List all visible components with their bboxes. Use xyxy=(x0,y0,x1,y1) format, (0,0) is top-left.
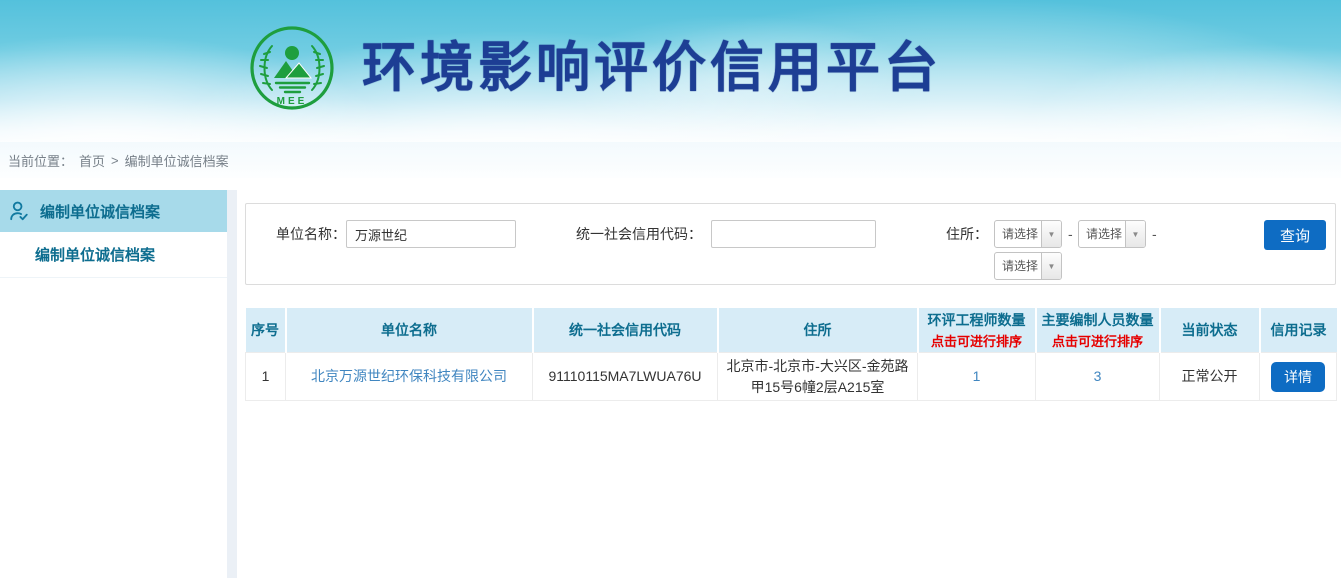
province-select-value: 请选择 xyxy=(995,221,1041,247)
header-staff-count-sortable[interactable]: 主要编制人员数量 点击可进行排序 xyxy=(1036,308,1160,353)
sidebar-subitem-label: 编制单位诚信档案 xyxy=(35,244,155,265)
site-header: MEE 环境影响评价信用平台 xyxy=(0,0,1341,142)
table-row: 1 北京万源世纪环保科技有限公司 91110115MA7LWUA76U 北京市-… xyxy=(246,353,1337,401)
header-staff-count-label: 主要编制人员数量 xyxy=(1042,312,1154,328)
credit-code-label: 统一社会信用代码： xyxy=(576,220,702,248)
user-check-icon xyxy=(8,200,30,222)
sort-hint-text: 点击可进行排序 xyxy=(1041,331,1155,350)
header-credit-code: 统一社会信用代码 xyxy=(533,308,718,353)
mee-logo-text: MEE xyxy=(277,96,308,107)
unit-name-input[interactable] xyxy=(346,220,516,248)
sort-hint-text: 点击可进行排序 xyxy=(923,331,1031,350)
staff-count-link[interactable]: 3 xyxy=(1094,368,1102,384)
address-label: 住所： xyxy=(946,220,988,248)
header-engineer-count-sortable[interactable]: 环评工程师数量 点击可进行排序 xyxy=(918,308,1036,353)
sidebar-subitem-credit-archive[interactable]: 编制单位诚信档案 xyxy=(0,232,227,278)
credit-code-input[interactable] xyxy=(711,220,876,248)
mee-logo-icon: MEE xyxy=(248,24,336,112)
sidebar-item-label: 编制单位诚信档案 xyxy=(40,201,160,222)
header-credit-record: 信用记录 xyxy=(1260,308,1337,353)
results-table: 序号 单位名称 统一社会信用代码 住所 环评工程师数量 点击可进行排序 主要编制… xyxy=(245,308,1337,401)
row-index-cell: 1 xyxy=(246,353,286,401)
address-dash-1: - xyxy=(1068,220,1073,248)
page-title: 环境影响评价信用平台 xyxy=(362,24,942,112)
detail-button[interactable]: 详情 xyxy=(1271,362,1325,392)
breadcrumb-home-link[interactable]: 首页 xyxy=(79,151,105,170)
breadcrumb-separator: > xyxy=(111,153,119,168)
sidebar: 编制单位诚信档案 编制单位诚信档案 xyxy=(0,190,227,278)
chevron-down-icon[interactable]: ▼ xyxy=(1125,221,1145,247)
chevron-down-icon[interactable]: ▼ xyxy=(1041,221,1061,247)
search-panel: 单位名称： 统一社会信用代码： 住所： 请选择 ▼ - 请选择 ▼ - 请选择 … xyxy=(245,203,1336,285)
breadcrumb-prefix: 当前位置： xyxy=(8,151,73,170)
credit-code-cell: 91110115MA7LWUA76U xyxy=(533,353,718,401)
breadcrumb: 当前位置： 首页 > 编制单位诚信档案 xyxy=(0,142,1341,178)
address-dash-2: - xyxy=(1152,220,1157,248)
engineer-count-link[interactable]: 1 xyxy=(973,368,981,384)
sidebar-item-credit-archive[interactable]: 编制单位诚信档案 xyxy=(0,190,227,232)
address-cell: 北京市-北京市-大兴区-金苑路甲15号6幢2层A215室 xyxy=(718,353,918,401)
unit-name-label: 单位名称： xyxy=(276,220,346,248)
header-address: 住所 xyxy=(718,308,918,353)
header-unit-name: 单位名称 xyxy=(286,308,533,353)
unit-name-link[interactable]: 北京万源世纪环保科技有限公司 xyxy=(311,368,507,384)
table-header-row: 序号 单位名称 统一社会信用代码 住所 环评工程师数量 点击可进行排序 主要编制… xyxy=(246,308,1337,353)
breadcrumb-current: 编制单位诚信档案 xyxy=(125,151,229,170)
chevron-down-icon[interactable]: ▼ xyxy=(1041,253,1061,279)
city-select-value: 请选择 xyxy=(1079,221,1125,247)
province-select[interactable]: 请选择 ▼ xyxy=(994,220,1062,248)
district-select-value: 请选择 xyxy=(995,253,1041,279)
city-select[interactable]: 请选择 ▼ xyxy=(1078,220,1146,248)
district-select[interactable]: 请选择 ▼ xyxy=(994,252,1062,280)
query-button[interactable]: 查询 xyxy=(1264,220,1326,250)
header-index: 序号 xyxy=(246,308,286,353)
status-cell: 正常公开 xyxy=(1160,353,1260,401)
sidebar-divider xyxy=(227,190,237,578)
header-engineer-count-label: 环评工程师数量 xyxy=(928,312,1026,328)
header-status: 当前状态 xyxy=(1160,308,1260,353)
